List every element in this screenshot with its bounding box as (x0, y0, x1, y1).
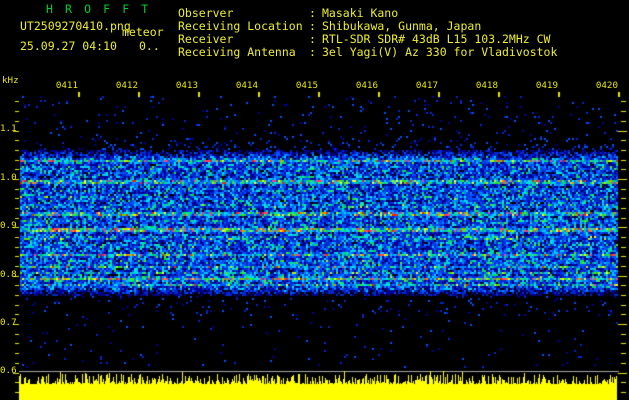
filename: UT2509270410.png (20, 19, 131, 33)
x-tick-label: 0418 (475, 80, 498, 91)
y-tick-label: 0.9 (0, 220, 17, 231)
y-axis-unit: kHz (2, 75, 19, 86)
y-tick-label: 0.6 (0, 365, 17, 376)
x-tick-label: 0417 (415, 80, 438, 91)
x-tick-label: 0414 (235, 80, 258, 91)
meta-label-observer: Observer (178, 6, 234, 20)
meta-label-receiving-antenna: Receiving Antenna (178, 45, 296, 59)
x-tick-label: 0413 (175, 80, 198, 91)
y-tick-label: 1.1 (0, 123, 17, 134)
y-tick-label: 1.0 (0, 172, 17, 183)
spectrogram-canvas (0, 0, 629, 400)
x-tick-label: 0411 (55, 80, 78, 91)
hrofft-window: H R O F F T UT2509270410.png meteor 25.0… (0, 0, 629, 400)
observation-name: meteor (122, 25, 164, 39)
meta-label-receiver: Receiver (178, 32, 234, 46)
datetime: 25.09.27 04:10 (20, 39, 117, 53)
echo-counter: 0.. (139, 39, 160, 53)
meta-value-observer: Masaki Kano (322, 6, 399, 20)
x-tick-label: 0416 (355, 80, 378, 91)
app-title: H R O F F T (46, 2, 151, 16)
meta-value-receiving-location: Shibukawa, Gunma, Japan (322, 19, 482, 33)
x-tick-label: 0412 (115, 80, 138, 91)
meta-label-receiving-location: Receiving Location (178, 19, 303, 33)
y-tick-label: 0.8 (0, 269, 17, 280)
meta-value-receiver: RTL-SDR SDR# 43dB L15 103.2MHz CW (322, 32, 551, 46)
meta-sep: : (309, 45, 316, 59)
meta-value-receiving-antenna: 3el Yagi(V) Az 330 for Vladivostok (322, 45, 558, 59)
y-tick-label: 0.7 (0, 317, 17, 328)
x-tick-label: 0419 (535, 80, 558, 91)
x-tick-label: 0415 (295, 80, 318, 91)
meta-sep: : (309, 32, 316, 46)
meta-sep: : (309, 6, 316, 20)
meta-sep: : (309, 19, 316, 33)
x-tick-label: 0420 (595, 80, 618, 91)
